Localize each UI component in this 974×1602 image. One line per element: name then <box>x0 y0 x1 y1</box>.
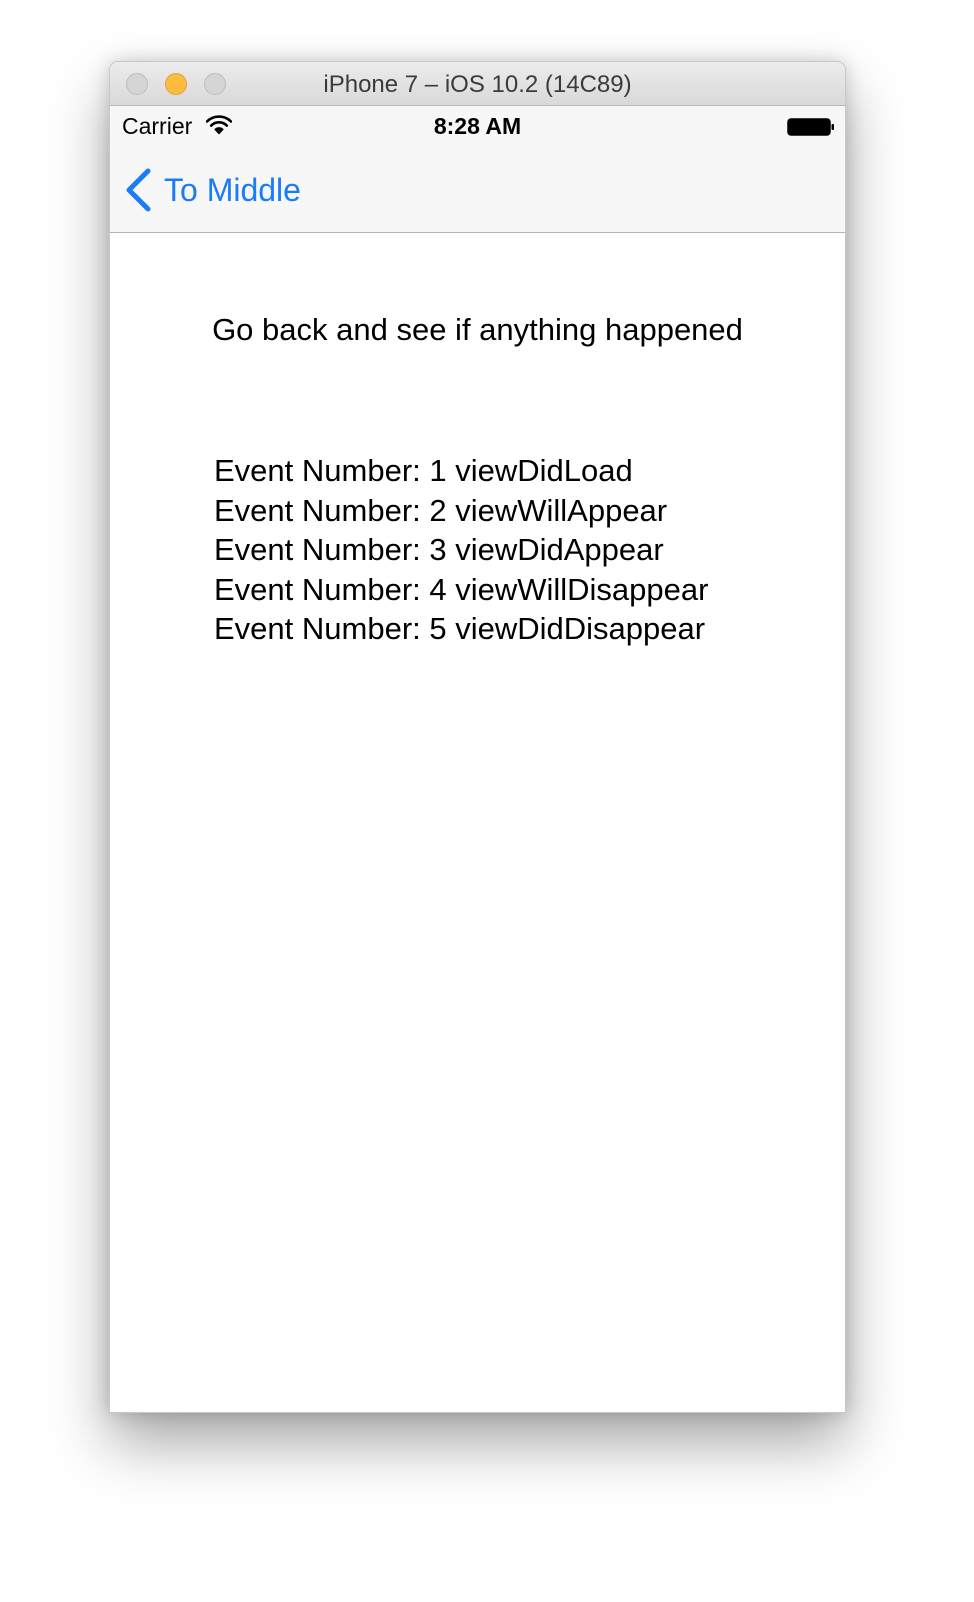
window-titlebar[interactable]: iPhone 7 – iOS 10.2 (14C89) <box>110 62 845 106</box>
window-title: iPhone 7 – iOS 10.2 (14C89) <box>323 71 632 98</box>
chevron-left-icon <box>126 168 151 212</box>
status-clock: 8:28 AM <box>433 113 522 139</box>
event-log-item: Event Number: 4 viewWillDisappear <box>214 571 709 607</box>
instruction-label: Go back and see if anything happened <box>212 312 743 347</box>
desktop-background: iPhone 7 – iOS 10.2 (14C89) Carrier 8:28… <box>0 0 974 1602</box>
event-log-item: Event Number: 5 viewDidDisappear <box>214 611 706 646</box>
navigation-bar: To Middle <box>110 146 845 233</box>
simulator-window: iPhone 7 – iOS 10.2 (14C89) Carrier 8:28… <box>109 61 846 1413</box>
view-content: Go back and see if anything happened Eve… <box>110 233 845 1412</box>
back-button[interactable]: To Middle <box>124 166 301 214</box>
event-log-list: Event Number: 1 viewDidLoad Event Number… <box>214 451 708 649</box>
event-log-item: Event Number: 1 viewDidLoad <box>214 453 633 488</box>
ios-status-bar: Carrier 8:28 AM <box>110 106 845 146</box>
back-button-label: To Middle <box>164 171 301 208</box>
event-log-item: Event Number: 3 viewDidAppear <box>214 532 664 567</box>
battery-icon <box>787 118 834 136</box>
event-log-item: Event Number: 2 viewWillAppear <box>214 492 668 528</box>
